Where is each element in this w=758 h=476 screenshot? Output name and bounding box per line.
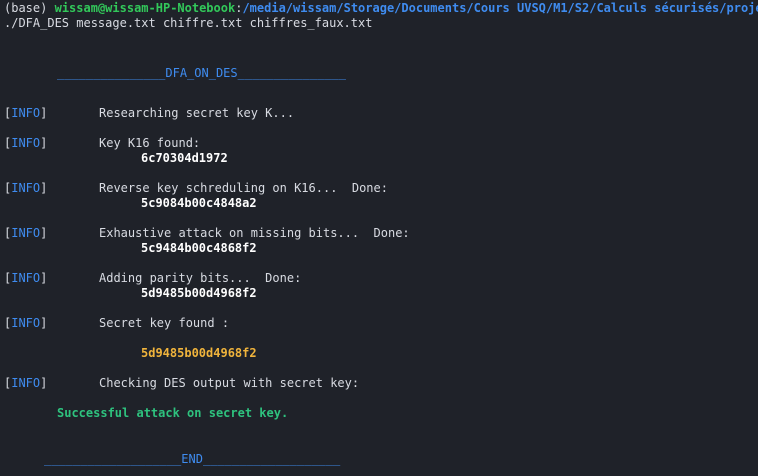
secret-key-value: 5d9485b00d4968f2 [141,346,257,360]
info-tag: [INFO] [4,271,48,285]
info-tag: [INFO] [4,136,48,150]
step-message: Exhaustive attack on missing bits... Don… [99,226,410,240]
success-message: Successful attack on secret key. [57,406,289,420]
info-tag: [INFO] [4,316,48,330]
end-banner: ___________________END__________________… [44,452,341,466]
info-tag: [INFO] [4,106,48,120]
key-k16-value: 6c70304d1972 [141,151,228,165]
user-host: wissam@wissam-HP-Notebook [54,1,236,15]
parity-key-value: 5d9485b00d4968f2 [141,286,257,300]
step-message: Key K16 found: [99,136,201,150]
step-message: Adding parity bits... Done: [99,271,302,285]
prompt-line: (base) wissam@wissam-HP-Notebook:/media/… [4,1,758,16]
exhaustive-key-value: 5c9484b00c4868f2 [141,241,257,255]
info-tag: [INFO] [4,226,48,240]
step-message: Researching secret key K... [99,106,295,120]
step-message: Secret key found : [99,316,230,330]
dfa-banner: _______________DFA_ON_DES_______________ [57,66,346,80]
current-path: /media/wissam/Storage/Documents/Cours UV… [242,1,758,15]
info-tag: [INFO] [4,181,48,195]
info-tag: [INFO] [4,376,48,390]
step-message: Checking DES output with secret key: [99,376,360,390]
conda-env: (base) [4,1,48,15]
reverse-key-value: 5c9084b00c4848a2 [141,196,257,210]
step-message: Reverse key schreduling on K16... Done: [99,181,388,195]
terminal-window[interactable]: (base) wissam@wissam-HP-Notebook:/media/… [0,0,758,476]
command-line: ./DFA_DES message.txt chiffre.txt chiffr… [4,16,373,30]
